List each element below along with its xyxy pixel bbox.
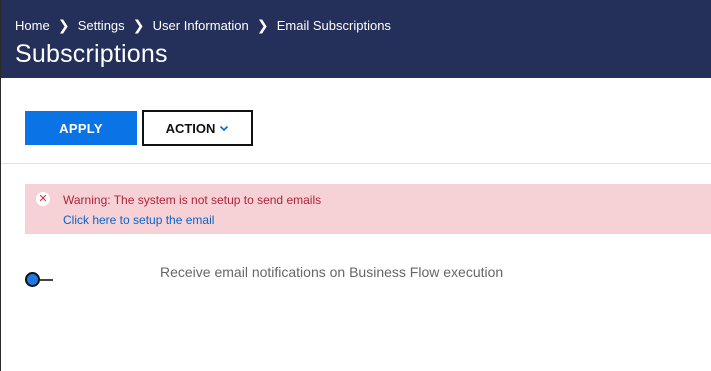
- setup-email-link[interactable]: Click here to setup the email: [63, 213, 214, 227]
- breadcrumb-user-information[interactable]: User Information: [153, 18, 249, 33]
- chevron-down-icon: [220, 125, 229, 132]
- chevron-right-icon: ❯: [57, 17, 70, 33]
- notification-label: Receive email notifications on Business …: [160, 264, 504, 280]
- warning-message: Warning: The system is not setup to send…: [63, 193, 322, 207]
- notification-toggle[interactable]: [23, 268, 63, 292]
- toggle-knob: [25, 272, 40, 287]
- action-dropdown-button[interactable]: ACTION: [142, 110, 253, 146]
- toolbar: APPLY ACTION: [1, 78, 711, 164]
- breadcrumb: Home ❯ Settings ❯ User Information ❯ Ema…: [15, 17, 391, 34]
- apply-button[interactable]: APPLY: [25, 111, 137, 145]
- breadcrumb-settings[interactable]: Settings: [78, 18, 125, 33]
- page-title: Subscriptions: [15, 40, 168, 68]
- chevron-right-icon: ❯: [132, 17, 145, 33]
- x-circle-icon: ✕: [36, 192, 50, 206]
- app-frame: Home ❯ Settings ❯ User Information ❯ Ema…: [0, 0, 711, 371]
- action-button-label: ACTION: [165, 120, 216, 136]
- page-header: Home ❯ Settings ❯ User Information ❯ Ema…: [1, 0, 711, 78]
- toggle-track: [40, 279, 53, 281]
- chevron-right-icon: ❯: [256, 17, 269, 33]
- breadcrumb-home[interactable]: Home: [15, 18, 50, 33]
- breadcrumb-email-subscriptions[interactable]: Email Subscriptions: [277, 18, 391, 33]
- warning-banner: ✕ Warning: The system is not setup to se…: [25, 184, 711, 234]
